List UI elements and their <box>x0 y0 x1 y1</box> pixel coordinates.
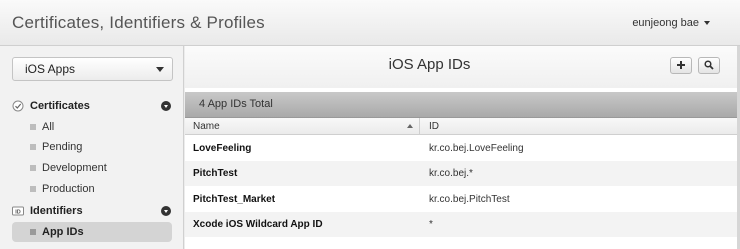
chevron-down-icon <box>704 21 710 25</box>
column-header-id[interactable]: ID <box>429 121 439 132</box>
app-id-name: PitchTest <box>193 168 238 179</box>
search-icon <box>704 57 714 75</box>
platform-select[interactable]: iOS Apps <box>12 57 173 81</box>
table-row[interactable]: Xcode iOS Wildcard App ID * <box>185 212 740 237</box>
bullet-icon <box>30 229 36 235</box>
sidebar-item-production[interactable]: Production <box>12 179 172 199</box>
sidebar-item-label: Development <box>42 162 107 174</box>
page-header: iOS App IDs <box>185 46 740 88</box>
app-id-identifier: kr.co.bej.PitchTest <box>429 194 510 205</box>
table-row[interactable]: PitchTest kr.co.bej.* <box>185 161 740 186</box>
sidebar-item-development[interactable]: Development <box>12 158 172 178</box>
svg-text:ID: ID <box>15 209 21 215</box>
column-divider <box>419 118 420 135</box>
app-id-name: Xcode iOS Wildcard App ID <box>193 219 323 230</box>
platform-select-value: iOS Apps <box>25 62 76 76</box>
bullet-icon <box>30 165 36 171</box>
sidebar-item-pending[interactable]: Pending <box>12 137 172 157</box>
app-id-identifier: kr.co.bej.LoveFeeling <box>429 143 524 154</box>
sidebar-item-all[interactable]: All <box>12 117 172 137</box>
sidebar: iOS Apps Certificates All Pending Develo… <box>0 46 184 249</box>
user-name: eunjeong bae <box>632 17 699 29</box>
sidebar-item-label: Production <box>42 183 95 195</box>
sidebar-item-label: All <box>42 121 55 133</box>
main-content: iOS App IDs 4 App IDs Total Name ID Love… <box>185 46 740 249</box>
total-count: 4 App IDs Total <box>199 98 273 110</box>
app-id-name: LoveFeeling <box>193 143 252 154</box>
collapse-toggle-icon[interactable] <box>161 206 171 216</box>
top-bar: Certificates, Identifiers & Profiles eun… <box>0 0 740 46</box>
table-row[interactable]: PitchTest_Market kr.co.bej.PitchTest <box>185 187 740 212</box>
plus-icon <box>676 57 686 75</box>
column-header-name[interactable]: Name <box>193 121 220 132</box>
sidebar-item-label: Pending <box>42 141 83 153</box>
bullet-icon <box>30 124 36 130</box>
table-header: Name ID <box>185 118 740 135</box>
sidebar-item-label: App IDs <box>42 226 84 238</box>
sidebar-section-identifiers[interactable]: ID Identifiers <box>12 202 172 220</box>
certificate-icon <box>12 100 24 112</box>
user-menu[interactable]: eunjeong bae <box>632 17 710 29</box>
add-button[interactable] <box>670 57 692 74</box>
table-row[interactable]: LoveFeeling kr.co.bej.LoveFeeling <box>185 136 740 161</box>
app-id-name: PitchTest_Market <box>193 194 276 205</box>
app-id-identifier: kr.co.bej.* <box>429 168 473 179</box>
collapse-toggle-icon[interactable] <box>161 101 171 111</box>
app-id-identifier: * <box>429 219 433 230</box>
bullet-icon <box>30 144 36 150</box>
sort-ascending-icon[interactable] <box>407 124 413 128</box>
app-title: Certificates, Identifiers & Profiles <box>12 13 265 32</box>
page-title: iOS App IDs <box>388 56 471 73</box>
sidebar-section-label: Identifiers <box>30 205 83 217</box>
chevron-down-icon <box>156 67 164 72</box>
bullet-icon <box>30 186 36 192</box>
sidebar-section-certificates[interactable]: Certificates <box>12 97 172 115</box>
id-icon: ID <box>12 205 24 217</box>
sidebar-section-label: Certificates <box>30 100 90 112</box>
sidebar-item-app-ids[interactable]: App IDs <box>12 222 172 242</box>
total-bar: 4 App IDs Total <box>185 92 740 118</box>
search-button[interactable] <box>698 57 720 74</box>
